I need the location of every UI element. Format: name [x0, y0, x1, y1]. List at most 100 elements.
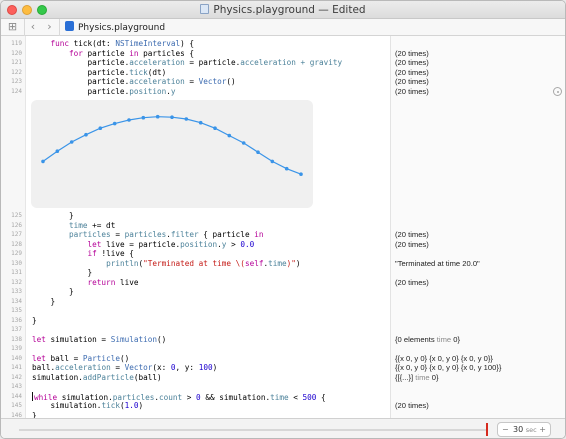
- result-value[interactable]: {[{...}] time 0}: [395, 373, 439, 383]
- plot-point[interactable]: [84, 132, 88, 137]
- related-items-icon[interactable]: ⊞: [4, 19, 21, 36]
- code-text: simulation.tick(1.0): [32, 401, 144, 410]
- result-value[interactable]: (20 times): [395, 77, 429, 87]
- code-line: 131 }: [1, 268, 565, 278]
- line-number: 120: [11, 49, 22, 57]
- decrease-duration-button[interactable]: −: [502, 423, 509, 436]
- plot-point[interactable]: [256, 150, 260, 154]
- plot-point[interactable]: [241, 141, 246, 145]
- code-text: }: [32, 268, 93, 277]
- code-text: particles = particles.filter { particle …: [69, 230, 264, 239]
- code-line: 126 time += dt: [1, 220, 565, 231]
- line-number: 140: [11, 354, 22, 362]
- document-icon: [200, 4, 210, 14]
- line-number: 143: [11, 383, 22, 390]
- plot-point[interactable]: [270, 159, 275, 164]
- result-value[interactable]: {0 elements time 0}: [395, 335, 460, 345]
- breadcrumb-file-label: Physics.playground: [78, 23, 166, 33]
- code-text: let ball = Particle(): [32, 353, 130, 363]
- line-number: 122: [11, 68, 22, 76]
- line-number: 134: [11, 297, 22, 305]
- code-line: 125 }: [1, 211, 565, 221]
- result-value[interactable]: (20 times): [395, 68, 429, 78]
- plot-point[interactable]: [69, 140, 74, 144]
- increase-duration-button[interactable]: +: [539, 423, 546, 436]
- result-value[interactable]: "Terminated at time 20.0": [395, 259, 480, 269]
- plot-point[interactable]: [155, 114, 160, 119]
- code-text: println("Terminated at time \(self.time)…: [106, 258, 301, 268]
- timeline-playhead[interactable]: [486, 423, 488, 436]
- code-text: time += dt: [69, 220, 116, 230]
- code-line: 145 simulation.tick(1.0) (20 times): [1, 401, 565, 411]
- code-line: 140 let ball = Particle() {{x 0, y 0} {x…: [1, 353, 565, 364]
- line-number: 133: [11, 288, 22, 295]
- inline-value-plot[interactable]: [31, 100, 313, 208]
- plot-point[interactable]: [55, 149, 60, 153]
- result-value[interactable]: {{x 0, y 0} {x 0, y 0} {x 0, y 100}}: [395, 363, 501, 373]
- code-line: 144 while simulation.particles.count > 0…: [1, 391, 565, 402]
- plot-point[interactable]: [127, 118, 131, 122]
- result-value[interactable]: (20 times): [395, 278, 429, 288]
- line-number: 132: [11, 278, 22, 286]
- code-line: 124 particle.position.y (20 times): [1, 87, 565, 97]
- code-line: 142 simulation.addParticle(ball) {[{...}…: [1, 373, 565, 383]
- code-text: let simulation = Simulation(): [32, 334, 167, 344]
- quick-look-result-button[interactable]: [553, 87, 562, 96]
- line-number: 123: [11, 78, 22, 85]
- result-value[interactable]: (20 times): [395, 401, 429, 411]
- playground-window: Physics.playground — Edited ⊞ ‹ › Physic…: [0, 0, 566, 439]
- plot-point[interactable]: [299, 172, 303, 176]
- code-line: 128 let live = particle.position.y > 0.0…: [1, 239, 565, 250]
- line-number: 137: [11, 326, 22, 333]
- window-title: Physics.playground — Edited: [1, 3, 565, 17]
- source-editor[interactable]: 119 func tick(dt: NSTimeInterval) { 120 …: [1, 36, 565, 420]
- code-line: 137: [1, 325, 565, 335]
- line-number: 127: [11, 231, 22, 238]
- text-cursor: [32, 391, 33, 401]
- plot-point[interactable]: [112, 121, 117, 126]
- go-forward-button[interactable]: ›: [41, 19, 58, 36]
- duration-stepper[interactable]: − 30 sec +: [497, 422, 551, 437]
- line-number: 136: [11, 316, 22, 324]
- line-number: 119: [11, 40, 22, 47]
- plot-point[interactable]: [213, 126, 217, 130]
- timeline-bar: − 30 sec +: [1, 418, 565, 438]
- code-text: func tick(dt: NSTimeInterval) {: [50, 39, 195, 48]
- code-line: 141 ball.acceleration = Vector(x: 0, y: …: [1, 363, 565, 373]
- plot-point[interactable]: [227, 133, 232, 138]
- line-number: 144: [11, 392, 22, 400]
- result-value[interactable]: (20 times): [395, 240, 429, 250]
- line-number: 130: [11, 259, 22, 267]
- plot-point[interactable]: [170, 115, 174, 119]
- result-value[interactable]: (20 times): [395, 230, 429, 240]
- line-number: 138: [11, 335, 22, 343]
- result-value[interactable]: (20 times): [395, 58, 429, 68]
- result-value[interactable]: (20 times): [395, 87, 429, 97]
- code-line: 134 }: [1, 297, 565, 307]
- code-text: let live = particle.position.y > 0.0: [87, 239, 255, 249]
- window-title-text: Physics.playground — Edited: [213, 4, 366, 16]
- result-value[interactable]: {{x 0, y 0} {x 0, y 0} {x 0, y 0}}: [395, 354, 493, 364]
- line-number: 121: [11, 59, 22, 66]
- code-text: return live: [87, 277, 139, 287]
- plot-graph: [41, 114, 303, 176]
- code-line: 132 return live (20 times): [1, 277, 565, 288]
- breadcrumb-file[interactable]: Physics.playground: [65, 21, 165, 35]
- line-number: 135: [11, 307, 22, 314]
- code-text: ball.acceleration = Vector(x: 0, y: 100): [32, 363, 218, 372]
- jump-bar: ⊞ ‹ › Physics.playground: [1, 19, 565, 36]
- go-back-button[interactable]: ‹: [24, 19, 41, 36]
- line-number: 128: [11, 240, 22, 248]
- code-line: 143: [1, 382, 565, 392]
- plot-point[interactable]: [41, 159, 45, 164]
- execution-timeline-track[interactable]: [19, 429, 487, 431]
- code-text: if !live {: [87, 249, 134, 258]
- plot-point[interactable]: [198, 120, 203, 125]
- plot-point[interactable]: [184, 117, 189, 121]
- plot-point[interactable]: [284, 166, 289, 171]
- plot-point[interactable]: [98, 126, 103, 130]
- plot-point[interactable]: [141, 115, 146, 120]
- playground-file-icon: [65, 21, 74, 31]
- result-value[interactable]: (20 times): [395, 49, 429, 59]
- line-number: 145: [11, 402, 22, 409]
